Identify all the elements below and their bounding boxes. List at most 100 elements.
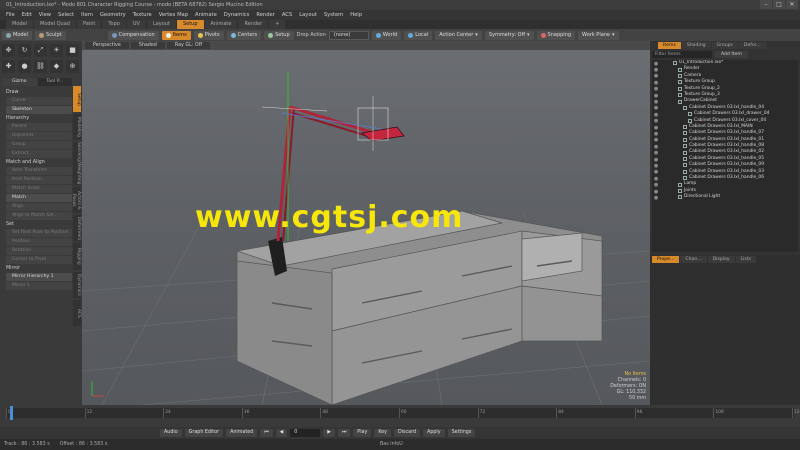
eye-icon[interactable]: ● <box>653 137 659 143</box>
timeline-ruler[interactable]: 01224364860728496108120 <box>6 408 800 418</box>
add-item-button[interactable]: Add Item <box>715 50 748 58</box>
tab-topo[interactable]: Topo <box>102 20 126 29</box>
eye-icon[interactable]: ● <box>653 182 659 188</box>
minimize-button[interactable]: – <box>760 0 772 9</box>
go-end-icon[interactable]: ⏭ <box>337 429 351 437</box>
discard-button[interactable]: Discard <box>394 429 421 437</box>
locator-icon[interactable]: ✚ <box>2 60 15 73</box>
tab-animate[interactable]: Animate <box>204 20 238 29</box>
current-frame-field[interactable]: 0 <box>290 429 321 437</box>
tab-defor[interactable]: Defor... <box>738 42 766 49</box>
close-button[interactable]: ✕ <box>786 0 798 9</box>
tab-lists[interactable]: Lists <box>735 256 757 263</box>
constraint-icon[interactable]: ⊕ <box>66 60 79 73</box>
menu-acs[interactable]: ACS <box>282 10 292 20</box>
eye-icon[interactable]: ● <box>653 67 659 73</box>
tool-group[interactable]: Group <box>6 141 72 149</box>
work-plane-dropdown[interactable]: Work Plane ▾ <box>578 30 619 40</box>
rotate-tool-icon[interactable]: ↻ <box>18 44 31 57</box>
tab-tool-properties[interactable]: Tool P... <box>37 78 72 86</box>
vtab-dynamics[interactable]: Dynamics <box>73 271 81 298</box>
camera-icon[interactable]: ■ <box>66 44 79 57</box>
key-button[interactable]: Key <box>374 429 392 437</box>
settings-button[interactable]: Settings <box>447 429 476 437</box>
tab-uv[interactable]: UV <box>126 20 146 29</box>
tool-align-to-match-sel[interactable]: Align to Match Sel... <box>6 212 72 220</box>
tab-gizmo[interactable]: Gizmo <box>2 78 37 86</box>
eye-icon[interactable]: ● <box>653 131 659 137</box>
eye-icon[interactable]: ● <box>653 86 659 92</box>
tab-shading[interactable]: Shading <box>681 42 711 49</box>
model-button[interactable]: Model <box>2 30 33 40</box>
eye-icon[interactable]: ● <box>653 112 659 118</box>
eye-icon[interactable]: ● <box>653 157 659 163</box>
eye-icon[interactable]: ● <box>653 93 659 99</box>
vtab-skinning-weighting[interactable]: Skinning/Weighting <box>73 142 81 185</box>
tab-layout[interactable]: Layout <box>146 20 176 29</box>
play-button[interactable]: Play <box>353 429 372 437</box>
view-perspective-dropdown[interactable]: Perspective <box>85 42 129 49</box>
tab-groups[interactable]: Groups <box>711 42 738 49</box>
tab-setup[interactable]: Setup <box>176 20 204 29</box>
eye-icon[interactable]: ● <box>653 176 659 182</box>
eye-icon[interactable]: ● <box>653 118 659 124</box>
chain-icon[interactable]: ⛓ <box>34 60 47 73</box>
audio-button[interactable]: Audio <box>160 429 182 437</box>
tool-extract[interactable]: Extract <box>6 150 72 158</box>
eye-icon[interactable]: ● <box>653 189 659 195</box>
tab-model-quad[interactable]: Model Quad <box>34 20 76 29</box>
timeline-playhead[interactable] <box>10 406 13 420</box>
tool-parent[interactable]: Parent <box>6 123 72 131</box>
vtab-acs[interactable]: ACS <box>73 299 81 327</box>
tool-mirror-1[interactable]: Mirror 1 <box>6 282 72 290</box>
vtab-actors-poses[interactable]: Actors & Poses <box>71 186 81 214</box>
centers-button[interactable]: Centers <box>226 30 262 40</box>
tool-curve[interactable]: Curve <box>6 97 72 105</box>
menu-system[interactable]: System <box>324 10 343 20</box>
eye-icon[interactable]: ● <box>653 150 659 156</box>
tab-display[interactable]: Display <box>707 256 735 263</box>
tab-items[interactable]: Items <box>658 42 681 49</box>
shading-mode-dropdown[interactable]: Shaded <box>130 42 165 49</box>
eye-icon[interactable]: ● <box>653 73 659 79</box>
items-button[interactable]: Items <box>161 30 191 40</box>
light-icon[interactable]: ☀ <box>50 44 63 57</box>
eye-icon[interactable]: ● <box>653 125 659 131</box>
eye-icon[interactable]: ● <box>653 144 659 150</box>
scale-tool-icon[interactable]: ⤢ <box>34 44 47 57</box>
compensation-button[interactable]: Compensation <box>107 30 159 40</box>
eye-icon[interactable]: ● <box>653 169 659 175</box>
eye-icon[interactable]: ● <box>653 163 659 169</box>
eye-icon[interactable]: ● <box>653 99 659 105</box>
drop-action-select[interactable]: (none) <box>328 30 369 40</box>
menu-edit[interactable]: Edit <box>22 10 32 20</box>
menu-layout[interactable]: Layout <box>299 10 317 20</box>
tool-set-rest-pose-to-position[interactable]: Set Rest Pose to Position <box>6 229 72 237</box>
menu-view[interactable]: View <box>39 10 51 20</box>
sculpt-button[interactable]: Sculpt <box>35 30 66 40</box>
tab-add[interactable]: + <box>269 20 286 29</box>
eye-icon[interactable]: ● <box>653 105 659 111</box>
tab-model[interactable]: Model <box>6 20 34 29</box>
eye-icon[interactable]: ● <box>653 61 659 67</box>
world-button[interactable]: World <box>371 30 402 40</box>
tool-mirror-hierarchy-1[interactable]: Mirror Hierarchy 1 <box>6 273 72 281</box>
move-tool-icon[interactable]: ✥ <box>2 44 15 57</box>
tool-match-scale[interactable]: Match Scale <box>6 185 72 193</box>
tab-chan[interactable]: Chan... <box>680 256 707 263</box>
vtab-rigging[interactable]: Rigging <box>73 243 81 270</box>
tab-paint[interactable]: Paint <box>76 20 102 29</box>
filter-items-input[interactable]: Filter Items <box>652 50 712 58</box>
menu-vertex-map[interactable]: Vertex Map <box>159 10 188 20</box>
tool-align[interactable]: Align <box>6 203 72 211</box>
tool-item-position[interactable]: Item Position <box>6 176 72 184</box>
menu-texture[interactable]: Texture <box>133 10 152 20</box>
joint-icon[interactable]: ● <box>18 60 31 73</box>
menu-animate[interactable]: Animate <box>195 10 217 20</box>
menu-dynamics[interactable]: Dynamics <box>224 10 250 20</box>
setup-button[interactable]: Setup <box>264 30 294 40</box>
tool-center-to-pivot[interactable]: Center to Pivot <box>6 256 72 264</box>
pivots-button[interactable]: Pivots <box>193 30 224 40</box>
menu-render[interactable]: Render <box>256 10 274 20</box>
tool-position[interactable]: Position <box>6 238 72 246</box>
